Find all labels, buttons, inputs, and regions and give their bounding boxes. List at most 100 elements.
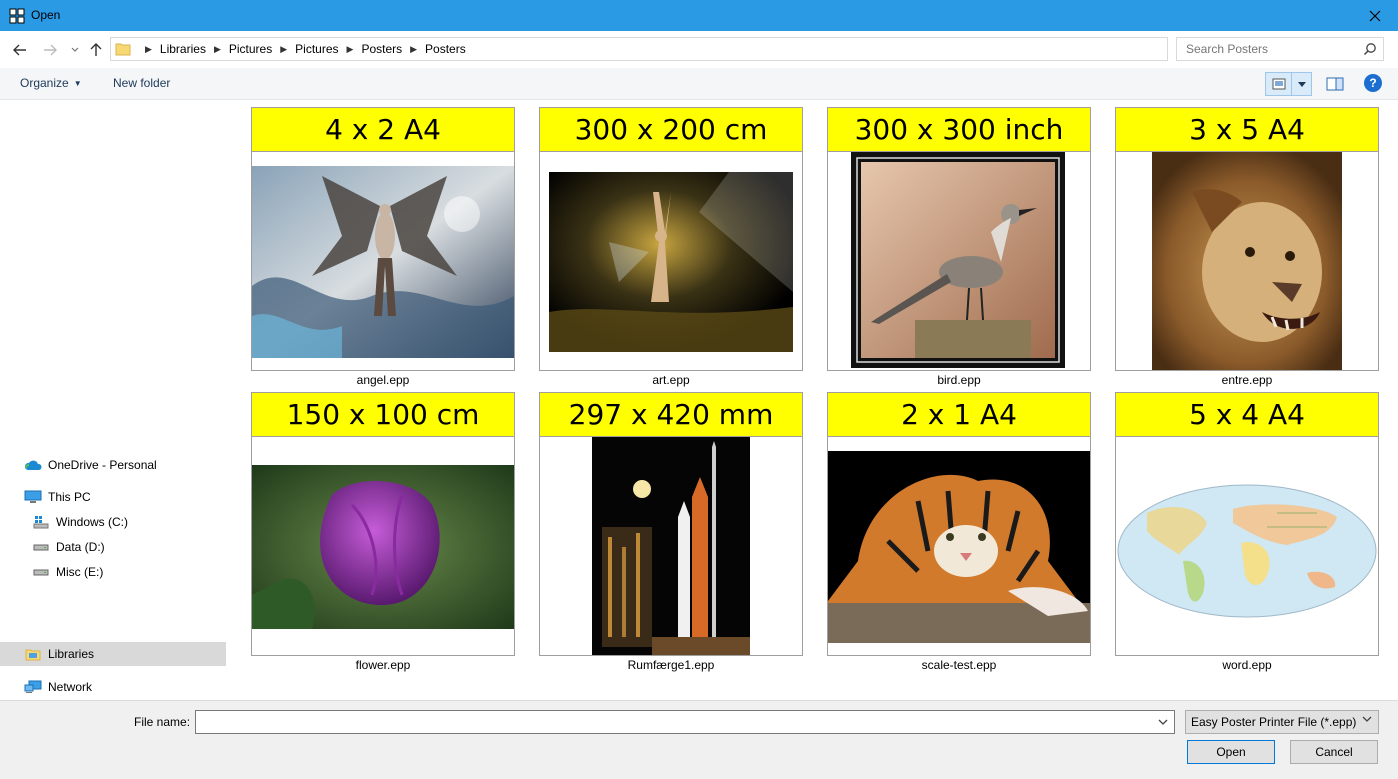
poster-size-label: 2 x 1 A4	[828, 393, 1090, 437]
sidebar-item-onedrive[interactable]: OneDrive - Personal	[0, 453, 226, 477]
drive-icon	[32, 564, 50, 580]
flower-thumbnail	[252, 465, 514, 629]
file-name: flower.epp	[355, 658, 411, 672]
drive-icon	[32, 539, 50, 555]
file-name-combobox[interactable]	[195, 710, 1175, 734]
onedrive-icon	[24, 457, 42, 473]
view-toggle[interactable]	[1266, 73, 1292, 95]
recent-locations-button[interactable]	[65, 40, 85, 60]
sidebar-item-misc-e[interactable]: Misc (E:)	[0, 560, 226, 584]
chevron-right-icon[interactable]: ▶	[214, 44, 221, 55]
sidebar-item-label: This PC	[48, 490, 91, 504]
command-bar: Organize ▼ New folder	[0, 68, 1398, 100]
sidebar-item-label: Libraries	[48, 647, 95, 661]
breadcrumb-item[interactable]: Pictures	[229, 42, 272, 56]
arrow-left-icon	[13, 44, 26, 56]
back-button[interactable]	[10, 40, 30, 60]
space-shuttle-thumbnail	[592, 437, 750, 655]
file-list: 4 x 2 A4 angel.epp 300 x 200 cm art.epp …	[230, 100, 1398, 700]
chevron-down-icon	[71, 47, 79, 52]
sidebar-item-data-d[interactable]: Data (D:)	[0, 535, 226, 559]
thumbnail-frame: 150 x 100 cm	[251, 392, 515, 656]
file-name-label: File name:	[134, 715, 191, 729]
thumbnail-frame: 3 x 5 A4	[1115, 107, 1379, 371]
bird-thumbnail	[851, 152, 1065, 368]
file-name: angel.epp	[356, 373, 410, 387]
search-input[interactable]	[1177, 38, 1357, 60]
address-bar[interactable]: ▶ Libraries ▶ Pictures ▶ Pictures ▶ Post…	[110, 37, 1270, 61]
app-icon	[9, 8, 25, 24]
open-button[interactable]: Open	[1187, 740, 1275, 764]
close-icon	[1369, 10, 1381, 21]
poster-size-label: 150 x 100 cm	[252, 393, 514, 437]
close-button[interactable]	[1352, 0, 1398, 31]
art-thumbnail	[549, 172, 793, 352]
organize-label: Organize	[20, 76, 69, 90]
sidebar-item-label: Misc (E:)	[56, 565, 104, 579]
new-folder-button[interactable]: New folder	[113, 76, 170, 90]
thumbnail-frame: 300 x 200 cm	[539, 107, 803, 371]
file-type-select[interactable]: Easy Poster Printer File (*.epp)	[1185, 710, 1379, 734]
sidebar-item-network[interactable]: Network	[0, 675, 226, 699]
angel-thumbnail	[252, 166, 514, 358]
world-map-thumbnail	[1117, 484, 1377, 618]
computer-icon	[24, 489, 42, 505]
breadcrumb: ▶ Libraries ▶ Pictures ▶ Pictures ▶ Post…	[137, 38, 466, 60]
sidebar-item-libraries[interactable]: Libraries	[0, 642, 226, 666]
sidebar-item-windows-c[interactable]: Windows (C:)	[0, 510, 226, 534]
sidebar-item-label: OneDrive - Personal	[48, 458, 157, 472]
poster-size-label: 300 x 300 inch	[828, 108, 1090, 152]
breadcrumb-item[interactable]: Posters	[361, 42, 402, 56]
preview-pane-icon[interactable]	[1326, 76, 1344, 92]
poster-size-label: 4 x 2 A4	[252, 108, 514, 152]
arrow-right-icon	[44, 44, 57, 56]
sidebar-item-label: Data (D:)	[56, 540, 105, 554]
file-name: word.epp	[1222, 658, 1272, 672]
file-name-input[interactable]	[196, 711, 1146, 733]
chevron-down-icon	[1158, 719, 1168, 725]
search-box[interactable]	[1176, 37, 1384, 61]
sidebar-item-label: Windows (C:)	[56, 515, 129, 529]
file-name: Rumfærge1.epp	[627, 658, 715, 672]
file-name: art.epp	[652, 373, 690, 387]
thumbnail-frame: 2 x 1 A4	[827, 392, 1091, 656]
poster-size-label: 3 x 5 A4	[1116, 108, 1378, 152]
arrow-up-icon	[90, 43, 102, 56]
poster-size-label: 5 x 4 A4	[1116, 393, 1378, 437]
file-name: bird.epp	[937, 373, 981, 387]
file-type-value: Easy Poster Printer File (*.epp)	[1191, 715, 1357, 729]
breadcrumb-item[interactable]: Posters	[425, 42, 466, 56]
chevron-right-icon[interactable]: ▶	[347, 44, 354, 55]
chevron-right-icon[interactable]: ▶	[410, 44, 417, 55]
view-options-dropdown[interactable]	[1292, 73, 1311, 95]
network-icon	[24, 679, 42, 695]
change-view-button[interactable]	[1265, 72, 1312, 96]
libraries-icon	[24, 646, 42, 662]
thumbnail-frame: 4 x 2 A4	[251, 107, 515, 371]
chevron-right-icon[interactable]: ▶	[280, 44, 287, 55]
caret-down-icon	[1297, 81, 1306, 87]
thumbnail-frame: 300 x 300 inch	[827, 107, 1091, 371]
breadcrumb-item[interactable]: Pictures	[295, 42, 338, 56]
folder-icon	[115, 43, 131, 56]
organize-menu[interactable]: Organize ▼	[20, 76, 82, 90]
help-button[interactable]: ?	[1364, 74, 1382, 92]
windows-drive-icon	[32, 514, 50, 530]
dialog-footer: File name: Easy Poster Printer File (*.e…	[0, 700, 1398, 779]
poster-size-label: 300 x 200 cm	[540, 108, 802, 152]
breadcrumb-item[interactable]: Libraries	[160, 42, 206, 56]
sidebar-item-this-pc[interactable]: This PC	[0, 485, 226, 509]
lion-thumbnail	[1152, 152, 1342, 370]
cancel-button[interactable]: Cancel	[1290, 740, 1378, 764]
sidebar-item-label: Network	[48, 680, 93, 694]
search-icon[interactable]	[1363, 42, 1377, 56]
up-button[interactable]	[86, 40, 106, 60]
window-title: Open	[31, 8, 61, 22]
chevron-down-icon	[1362, 716, 1372, 722]
title-bar: Open	[0, 0, 1398, 31]
file-name-dropdown[interactable]	[1156, 715, 1170, 729]
chevron-right-icon: ▶	[145, 43, 152, 54]
thumbnail-frame: 5 x 4 A4	[1115, 392, 1379, 656]
large-icons-view-icon	[1272, 78, 1285, 90]
forward-button[interactable]	[40, 40, 60, 60]
